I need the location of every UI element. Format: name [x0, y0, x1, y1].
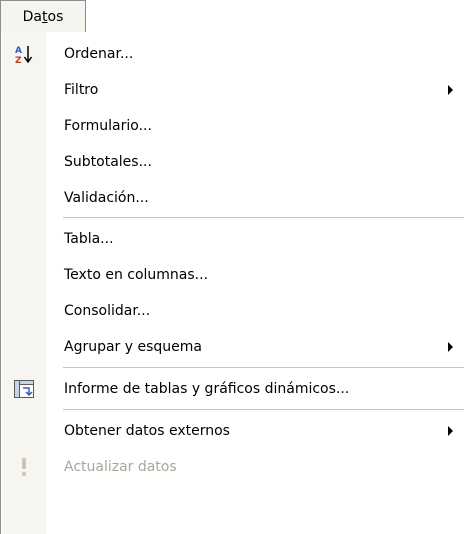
sort-az-icon: A Z — [2, 36, 46, 72]
menu-item-ordenar[interactable]: A Z Ordenar... — [2, 36, 464, 72]
menu-item-texto-en-columnas[interactable]: Texto en columnas... — [2, 257, 464, 293]
menu-item-informe-tablas-dinamicas[interactable]: Informe de tablas y gráficos dinámicos..… — [2, 371, 464, 407]
menu-item-label: Formulario... — [64, 118, 152, 134]
menu-title-label: Datos — [22, 8, 64, 25]
svg-text:A: A — [15, 46, 22, 56]
menu-item-label: Texto en columnas... — [64, 267, 209, 283]
menu-item-filtro[interactable]: Filtro — [2, 72, 464, 108]
menu-item-label: Filtro — [64, 82, 99, 98]
menu-item-label: Validación... — [64, 190, 149, 206]
menu-item-label: Tabla... — [64, 231, 114, 247]
menu-title-datos[interactable]: Datos — [0, 0, 86, 32]
menu-item-label: Ordenar... — [64, 46, 134, 62]
menu-item-label: Agrupar y esquema — [64, 339, 202, 355]
submenu-arrow-icon — [448, 85, 453, 95]
menu-item-label: Consolidar... — [64, 303, 151, 319]
menu-separator — [63, 217, 464, 218]
menu-item-subtotales[interactable]: Subtotales... — [2, 144, 464, 180]
menu-item-label: Obtener datos externos — [64, 423, 230, 439]
menu-item-consolidar[interactable]: Consolidar... — [2, 293, 464, 329]
datos-dropdown-menu: A Z Ordenar... Filtro Formulario... Subt… — [0, 31, 464, 534]
refresh-data-icon — [2, 449, 46, 485]
menu-separator — [63, 409, 464, 410]
menu-item-label: Actualizar datos — [64, 459, 177, 475]
menu-item-actualizar-datos: Actualizar datos — [2, 449, 464, 485]
menu-item-agrupar-y-esquema[interactable]: Agrupar y esquema — [2, 329, 464, 365]
menu-item-validacion[interactable]: Validación... — [2, 180, 464, 216]
svg-text:Z: Z — [15, 56, 22, 65]
submenu-arrow-icon — [448, 426, 453, 436]
menu-item-obtener-datos-externos[interactable]: Obtener datos externos — [2, 413, 464, 449]
menu-item-label: Informe de tablas y gráficos dinámicos..… — [64, 381, 350, 397]
submenu-arrow-icon — [448, 342, 453, 352]
menu-item-label: Subtotales... — [64, 154, 152, 170]
pivot-table-icon — [2, 371, 46, 407]
menu-item-formulario[interactable]: Formulario... — [2, 108, 464, 144]
menu-item-tabla[interactable]: Tabla... — [2, 221, 464, 257]
menu-separator — [63, 367, 464, 368]
